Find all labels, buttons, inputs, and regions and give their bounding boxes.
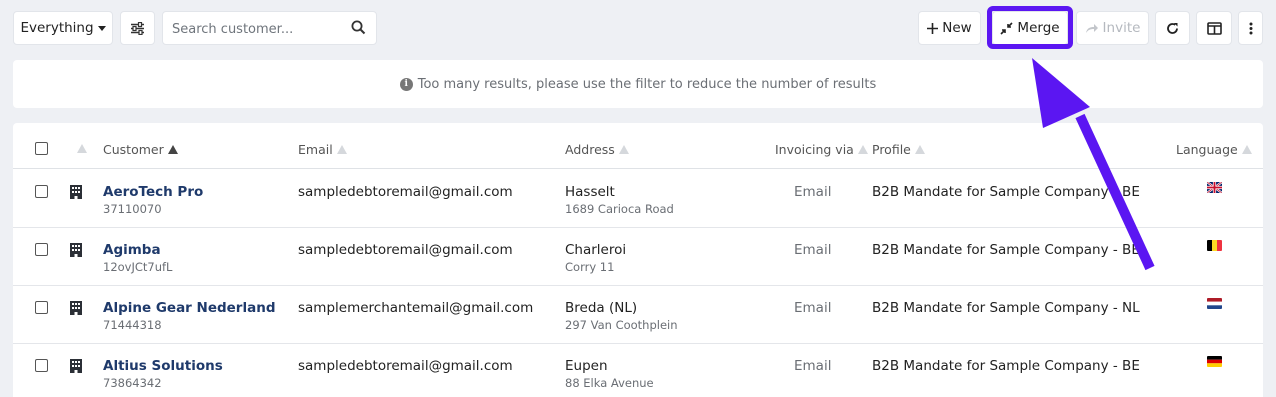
column-header-profile-label: Profile (872, 142, 911, 157)
address-city: Breda (NL) (565, 300, 638, 316)
customer-name-link[interactable]: Altius Solutions (103, 358, 223, 374)
address-street: 297 Van Coothplein (565, 318, 678, 332)
merge-button[interactable]: Merge (992, 11, 1068, 45)
sort-icon (336, 145, 347, 154)
column-header-email[interactable]: Email (298, 142, 347, 157)
table-row[interactable]: Agimba 12ovJCt7ufL sampledebtoremail@gma… (13, 228, 1263, 286)
customer-profile: B2B Mandate for Sample Company - NL (872, 300, 1140, 316)
be-flag-icon (1207, 240, 1222, 251)
sort-icon (77, 144, 87, 153)
filter-dropdown[interactable]: Everything (13, 11, 113, 45)
filter-dropdown-label: Everything (20, 20, 94, 36)
results-notice-text: Too many results, please use the filter … (417, 76, 877, 92)
building-icon (70, 243, 82, 261)
filter-settings-button[interactable] (120, 11, 155, 45)
new-button-label: New (942, 20, 972, 36)
building-icon (70, 301, 82, 319)
caret-down-icon (97, 25, 106, 31)
more-options-button[interactable] (1238, 11, 1263, 45)
customer-id: 12ovJCt7ufL (103, 260, 173, 274)
refresh-button[interactable] (1155, 11, 1190, 45)
sort-icon (857, 145, 868, 154)
refresh-icon (1166, 22, 1179, 35)
address-street: Corry 11 (565, 260, 615, 274)
columns-layout-button[interactable] (1196, 11, 1232, 45)
sort-icon (1241, 145, 1252, 154)
column-header-profile[interactable]: Profile (872, 142, 925, 157)
sort-icon (914, 145, 925, 154)
search-input[interactable] (172, 19, 342, 39)
customer-email: sampledebtoremail@gmail.com (298, 184, 513, 200)
toolbar: Everything New (0, 0, 1276, 56)
customer-table: Customer Email Address Invoicing via Pro… (13, 123, 1263, 397)
customer-id: 71444318 (103, 318, 162, 332)
table-header: Customer Email Address Invoicing via Pro… (13, 123, 1263, 169)
address-street: 88 Elka Avenue (565, 376, 654, 390)
customer-email: sampledebtoremail@gmail.com (298, 242, 513, 258)
column-header-invoicing[interactable]: Invoicing via (775, 142, 868, 157)
column-header-address[interactable]: Address (565, 142, 629, 157)
invoicing-method: Email (794, 242, 832, 258)
column-header-invoicing-label: Invoicing via (775, 142, 854, 157)
info-icon: i (399, 77, 413, 91)
vertical-dots-icon (1249, 22, 1253, 35)
customer-profile: B2B Mandate for Sample Company - BE (872, 242, 1140, 258)
building-icon (70, 359, 82, 377)
row-checkbox[interactable] (35, 243, 48, 256)
building-icon (70, 185, 82, 203)
invite-button[interactable]: Invite (1076, 11, 1149, 45)
invoicing-method: Email (794, 184, 832, 200)
column-header-address-label: Address (565, 142, 615, 157)
customer-name-link[interactable]: AeroTech Pro (103, 184, 203, 200)
row-checkbox[interactable] (35, 359, 48, 372)
sliders-icon (130, 21, 145, 35)
column-header-customer-label: Customer (103, 142, 164, 157)
column-header-email-label: Email (298, 142, 333, 157)
search-box (162, 11, 377, 45)
search-icon[interactable] (351, 20, 366, 39)
address-city: Charleroi (565, 242, 627, 258)
customer-profile: B2B Mandate for Sample Company - BE (872, 184, 1140, 200)
address-city: Eupen (565, 358, 608, 374)
new-button[interactable]: New (918, 11, 981, 45)
table-row[interactable]: Altius Solutions 73864342 sampledebtorem… (13, 344, 1263, 397)
column-header-language[interactable]: Language (1176, 142, 1252, 157)
address-street: 1689 Carioca Road (565, 202, 674, 216)
building-sort-header[interactable] (73, 144, 87, 153)
column-header-customer[interactable]: Customer (103, 142, 178, 157)
table-row[interactable]: AeroTech Pro 37110070 sampledebtoremail@… (13, 170, 1263, 228)
customer-email: sampledebtoremail@gmail.com (298, 358, 513, 374)
columns-icon (1206, 21, 1222, 35)
sort-icon (618, 145, 629, 154)
customer-email: samplemerchantemail@gmail.com (298, 300, 534, 316)
customer-name-link[interactable]: Alpine Gear Nederland (103, 300, 275, 316)
select-all-checkbox[interactable] (35, 142, 48, 155)
invoicing-method: Email (794, 358, 832, 374)
plus-icon (927, 22, 939, 34)
nl-flag-icon (1207, 298, 1222, 309)
table-row[interactable]: Alpine Gear Nederland 71444318 samplemer… (13, 286, 1263, 344)
customer-profile: B2B Mandate for Sample Company - BE (872, 358, 1140, 374)
invoicing-method: Email (794, 300, 832, 316)
customer-id: 37110070 (103, 202, 162, 216)
de-flag-icon (1207, 356, 1222, 367)
address-city: Hasselt (565, 184, 615, 200)
column-header-language-label: Language (1176, 142, 1238, 157)
results-notice: i Too many results, please use the filte… (13, 60, 1263, 108)
invite-button-label: Invite (1102, 20, 1141, 36)
compress-arrows-icon (1000, 21, 1013, 35)
customer-id: 73864342 (103, 376, 162, 390)
row-checkbox[interactable] (35, 185, 48, 198)
share-arrow-icon (1085, 23, 1099, 34)
merge-button-label: Merge (1017, 20, 1060, 36)
customer-name-link[interactable]: Agimba (103, 242, 161, 258)
sort-asc-icon (167, 145, 178, 154)
uk-flag-icon (1207, 182, 1222, 193)
row-checkbox[interactable] (35, 301, 48, 314)
